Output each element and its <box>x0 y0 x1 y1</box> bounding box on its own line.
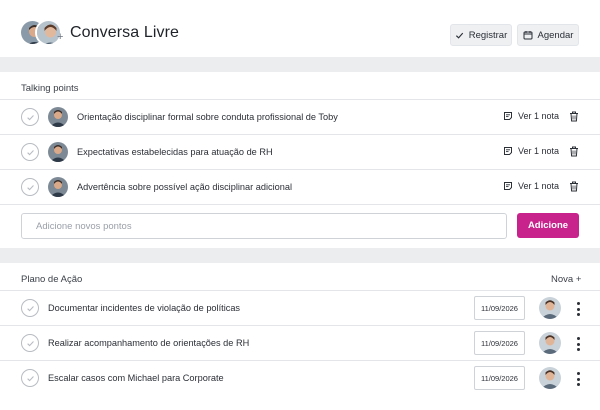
note-icon <box>504 182 512 190</box>
check-icon <box>26 184 34 190</box>
participant-avatars[interactable]: + <box>19 19 65 49</box>
new-action-button[interactable]: Nova + <box>551 274 581 285</box>
talking-points-title: Talking points <box>21 83 79 94</box>
due-date-field[interactable]: 11/09/2026 <box>474 366 525 390</box>
complete-checkbox[interactable] <box>21 334 39 352</box>
trash-icon[interactable] <box>569 111 579 122</box>
assignee-avatar[interactable] <box>539 297 561 319</box>
schedule-button[interactable]: Agendar <box>517 24 579 46</box>
page-title: Conversa Livre <box>70 24 180 41</box>
view-note-link[interactable]: Ver 1 nota <box>503 146 559 156</box>
avatar <box>48 177 68 197</box>
calendar-icon <box>523 31 533 40</box>
check-icon <box>26 114 34 120</box>
talking-point-row: Orientação disciplinar formal sobre cond… <box>0 100 600 134</box>
note-icon <box>504 112 512 120</box>
assignee-avatar[interactable] <box>539 367 561 389</box>
avatar <box>48 142 68 162</box>
meeting-header: + Conversa Livre Registrar Agendar <box>0 0 600 57</box>
assignee-avatar[interactable] <box>539 332 561 354</box>
complete-checkbox[interactable] <box>21 108 39 126</box>
schedule-label: Agendar <box>537 29 574 41</box>
view-note-link[interactable]: Ver 1 nota <box>503 111 559 121</box>
trash-icon[interactable] <box>569 181 579 192</box>
complete-checkbox[interactable] <box>21 178 39 196</box>
action-item-text: Realizar acompanhamento de orientações d… <box>48 338 250 348</box>
section-divider <box>0 57 600 72</box>
view-note-label: Ver 1 nota <box>518 181 560 191</box>
action-item-row: Escalar casos com Michael para Corporate… <box>0 361 600 395</box>
due-date-field[interactable]: 11/09/2026 <box>474 331 525 355</box>
due-date-field[interactable]: 11/09/2026 <box>474 296 525 320</box>
more-options-icon[interactable] <box>575 302 581 316</box>
check-icon <box>455 32 463 39</box>
check-icon <box>26 375 34 381</box>
more-options-icon[interactable] <box>575 337 581 351</box>
new-talking-point-input[interactable]: Adicione novos pontos <box>21 213 507 239</box>
complete-checkbox[interactable] <box>21 369 39 387</box>
note-icon <box>504 147 512 155</box>
view-note-label: Ver 1 nota <box>518 146 560 156</box>
divider <box>0 204 600 205</box>
trash-icon[interactable] <box>569 146 579 157</box>
talking-point-text: Expectativas estabelecidas para atuação … <box>77 147 273 157</box>
action-item-text: Escalar casos com Michael para Corporate <box>48 373 224 383</box>
action-item-row: Realizar acompanhamento de orientações d… <box>0 326 600 360</box>
avatar <box>48 107 68 127</box>
view-note-label: Ver 1 nota <box>518 111 560 121</box>
action-item-row: Documentar incidentes de violação de pol… <box>0 291 600 325</box>
register-label: Registrar <box>468 29 508 41</box>
action-plan-title: Plano de Ação <box>21 274 83 285</box>
check-icon <box>26 305 34 311</box>
talking-point-text: Orientação disciplinar formal sobre cond… <box>77 112 338 122</box>
action-item-text: Documentar incidentes de violação de pol… <box>48 303 241 313</box>
more-options-icon[interactable] <box>575 372 581 386</box>
view-note-link[interactable]: Ver 1 nota <box>503 181 559 191</box>
add-participant-icon[interactable]: + <box>57 32 63 43</box>
register-button[interactable]: Registrar <box>450 24 512 46</box>
complete-checkbox[interactable] <box>21 143 39 161</box>
talking-point-row: Advertência sobre possível ação discipli… <box>0 170 600 204</box>
check-icon <box>26 340 34 346</box>
talking-point-text: Advertência sobre possível ação discipli… <box>77 182 293 192</box>
section-divider <box>0 248 600 263</box>
complete-checkbox[interactable] <box>21 299 39 317</box>
add-talking-point-button[interactable]: Adicione <box>517 213 579 238</box>
talking-point-row: Expectativas estabelecidas para atuação … <box>0 135 600 169</box>
check-icon <box>26 149 34 155</box>
